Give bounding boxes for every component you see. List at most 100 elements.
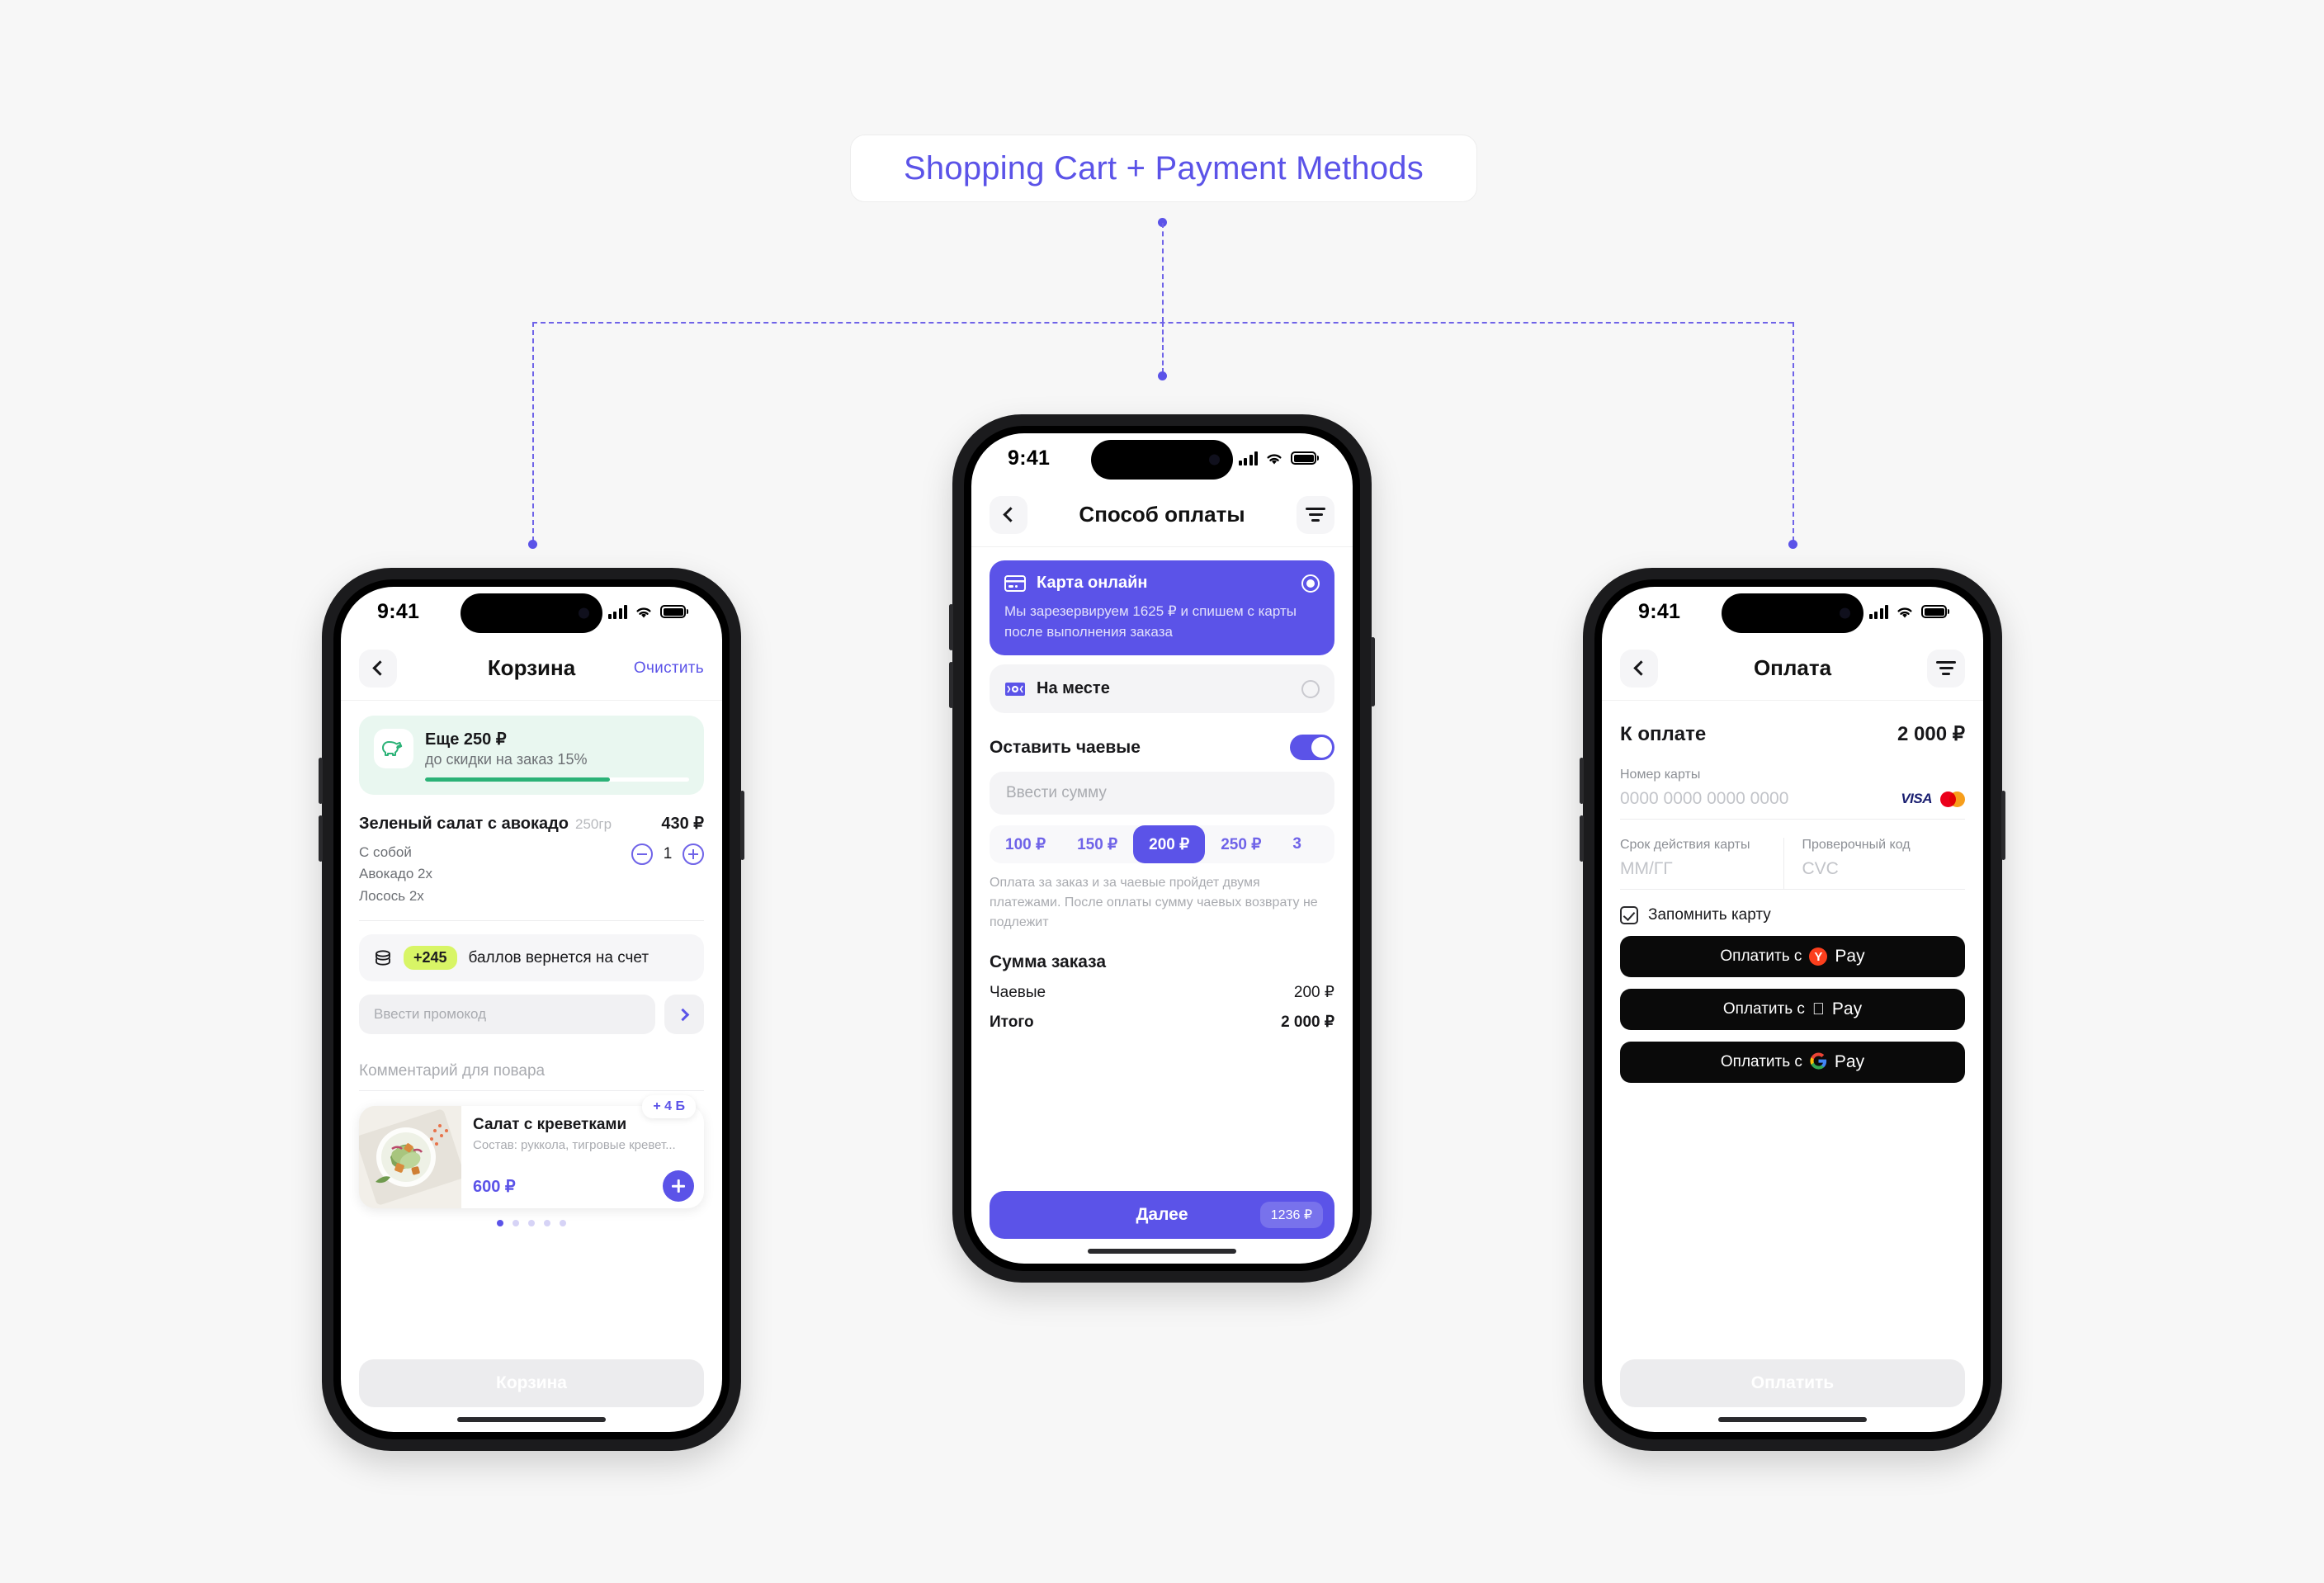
dynamic-island — [461, 593, 602, 633]
payment-method-option-card-online[interactable]: Карта онлайн Мы зарезервируем 1625 ₽ и с… — [990, 560, 1334, 656]
back-button[interactable] — [1620, 649, 1658, 688]
power-button[interactable] — [740, 791, 744, 860]
volume-up-button[interactable] — [949, 604, 953, 650]
wifi-icon — [1896, 605, 1914, 619]
continue-button[interactable]: Далее 1236 ₽ — [990, 1191, 1334, 1239]
carousel-dot[interactable] — [544, 1220, 550, 1227]
tips-chip[interactable]: 3 — [1277, 825, 1317, 863]
promo-code-input[interactable]: Ввести промокод — [359, 995, 655, 1035]
chevron-left-icon — [1632, 660, 1649, 676]
cart-item-option: С собой — [359, 844, 412, 860]
connector-node-right — [1788, 540, 1797, 549]
tips-chip[interactable]: 150 ₽ — [1061, 825, 1133, 863]
cart-navbar: Корзина Очистить — [341, 636, 722, 701]
chevron-left-icon — [371, 660, 388, 676]
cellular-bars-icon — [1868, 604, 1888, 619]
back-button[interactable] — [359, 649, 397, 688]
cart-screen: 9:41 Корзина Очистить Еще 250 ₽ до скидк… — [341, 587, 722, 1432]
payment-method-screen: 9:41 Способ оплаты Карта онлайн Мы зарез… — [971, 433, 1353, 1264]
cart-submit-button[interactable]: Корзина — [359, 1359, 704, 1407]
cart-body: Еще 250 ₽ до скидки на заказ 15% Зеленый… — [341, 701, 722, 1349]
payment-method-body: Карта онлайн Мы зарезервируем 1625 ₽ и с… — [971, 547, 1353, 1181]
clear-cart-button[interactable]: Очистить — [634, 659, 704, 678]
card-expiry-field[interactable]: Срок действия карты ММ/ГГ — [1620, 838, 1783, 890]
tips-chip-selected[interactable]: 200 ₽ — [1133, 825, 1206, 864]
plus-icon[interactable] — [663, 1170, 694, 1203]
dynamic-island — [1091, 440, 1233, 480]
card-cvc-field[interactable]: Проверочный код CVC — [1783, 838, 1966, 890]
connector-vline-top — [1162, 223, 1164, 322]
suggested-product: + 4 Б Салат с креветками Состав: руккола… — [359, 1095, 704, 1227]
chevron-left-icon — [1002, 507, 1018, 522]
carousel-dot[interactable] — [528, 1220, 535, 1227]
carousel-dot[interactable] — [497, 1220, 503, 1227]
amount-due-row: К оплате 2 000 ₽ — [1620, 722, 1965, 746]
volume-down-button[interactable] — [1580, 815, 1584, 862]
suggested-product-card[interactable]: Салат с креветками Состав: руккола, тигр… — [359, 1106, 704, 1209]
carousel-dot[interactable] — [560, 1220, 566, 1227]
plus-circle-icon[interactable] — [683, 843, 704, 865]
minus-circle-icon[interactable] — [631, 843, 653, 865]
quantity-stepper: 1 — [631, 842, 704, 865]
yandex-pay-word: Pay — [1835, 947, 1865, 966]
piggy-bank-icon — [374, 729, 413, 768]
status-time: 9:41 — [1638, 599, 1681, 623]
apple-pay-icon:  — [1812, 1001, 1825, 1018]
volume-up-button[interactable] — [1580, 758, 1584, 804]
status-time: 9:41 — [377, 599, 420, 623]
connector-node-mid — [1158, 371, 1167, 380]
volume-down-button[interactable] — [319, 815, 323, 862]
back-button[interactable] — [990, 495, 1027, 534]
card-secondary-fields: Срок действия карты ММ/ГГ Проверочный ко… — [1620, 820, 1965, 890]
tips-chip[interactable]: 250 ₽ — [1205, 825, 1277, 863]
payment-method-label: На месте — [1037, 679, 1110, 698]
payment-method-option-card-onsite[interactable]: На месте — [990, 664, 1334, 714]
flow-canvas: Shopping Cart + Payment Methods 9:41 Кор… — [0, 0, 2324, 1583]
carousel-dot[interactable] — [513, 1220, 519, 1227]
cart-item-options: С собой Авокадо 2x Лосось 2x — [359, 842, 432, 907]
power-button[interactable] — [1371, 637, 1375, 706]
card-cvc-input[interactable]: CVC — [1802, 859, 1966, 879]
divider — [359, 920, 704, 922]
tips-toggle[interactable] — [1290, 735, 1334, 761]
tips-amount-input[interactable]: Ввести сумму — [990, 772, 1334, 815]
card-expiry-input[interactable]: ММ/ГГ — [1620, 859, 1783, 879]
pay-screen: 9:41 Оплата К оплате 2 000 ₽ Номер карты… — [1602, 587, 1983, 1432]
filter-icon — [1936, 661, 1956, 675]
connector-vline-right — [1793, 322, 1794, 541]
tips-disclaimer: Оплата за заказ и за чаевые пройдет двум… — [990, 876, 1318, 930]
battery-icon — [1921, 605, 1947, 618]
remember-card-row[interactable]: Запомнить карту — [1620, 906, 1965, 924]
summary-label: Чаевые — [990, 984, 1046, 1002]
volume-down-button[interactable] — [949, 662, 953, 708]
tips-chip[interactable]: 100 ₽ — [990, 825, 1061, 863]
battery-icon — [660, 605, 686, 618]
connector-vline-left — [532, 322, 534, 541]
discount-banner-subtitle: до скидки на заказ 15% — [425, 751, 588, 768]
radio-selected-icon[interactable] — [1301, 574, 1320, 593]
summary-row-total: Итого 2 000 ₽ — [990, 1013, 1334, 1032]
promo-code-submit-button[interactable] — [664, 995, 704, 1035]
status-bar: 9:41 — [1602, 587, 1983, 636]
cook-comment-field[interactable]: Комментарий для повара — [359, 1062, 704, 1092]
tips-title: Оставить чаевые — [990, 737, 1141, 757]
google-pay-button[interactable]: Оплатить с Pay — [1620, 1042, 1965, 1083]
card-brands: VISA — [1901, 791, 1965, 807]
radio-unselected-icon[interactable] — [1301, 679, 1320, 698]
apple-pay-button[interactable]: Оплатить с  Pay — [1620, 989, 1965, 1030]
apple-pay-prefix: Оплатить с — [1722, 1000, 1805, 1018]
checkbox-checked-icon[interactable] — [1620, 906, 1638, 924]
discount-progress-banner: Еще 250 ₽ до скидки на заказ 15% — [359, 716, 704, 795]
pay-submit-button[interactable]: Оплатить — [1620, 1359, 1965, 1407]
card-expiry-label: Срок действия карты — [1620, 838, 1750, 852]
summary-value: 2 000 ₽ — [1281, 1014, 1334, 1032]
coins-icon — [376, 949, 390, 966]
volume-up-button[interactable] — [319, 758, 323, 804]
filter-button[interactable] — [1297, 495, 1334, 534]
power-button[interactable] — [2001, 791, 2005, 860]
yandex-pay-button[interactable]: Оплатить с Y Pay — [1620, 936, 1965, 977]
filter-button[interactable] — [1927, 649, 1965, 688]
card-number-field[interactable]: Номер карты 0000 0000 0000 0000 VISA — [1620, 768, 1965, 820]
payment-method-note: Мы зарезервируем 1625 ₽ и спишем с карты… — [1004, 603, 1297, 640]
cart-item-name: Зеленый салат с авокадо — [359, 815, 569, 833]
